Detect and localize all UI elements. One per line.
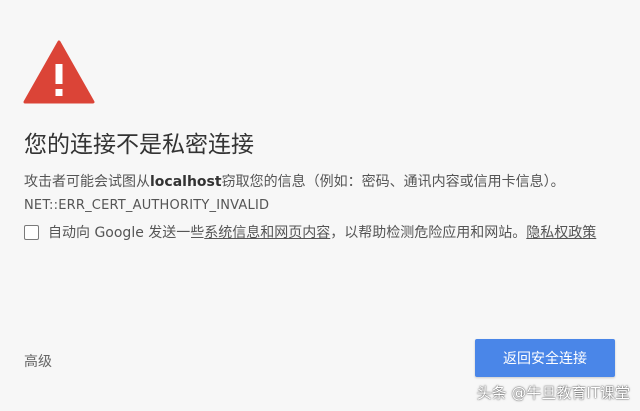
optin-text-before: 自动向 Google 发送一些	[48, 225, 205, 241]
system-info-link[interactable]: 系统信息和网页内容	[204, 222, 330, 242]
description-before: 攻击者可能会试图从	[24, 174, 150, 190]
description-after: 窃取您的信息（例如：密码、通讯内容或信用卡信息）。	[221, 174, 565, 190]
description: 攻击者可能会试图从localhost窃取您的信息（例如：密码、通讯内容或信用卡信…	[24, 171, 565, 191]
privacy-policy-link[interactable]: 隐私权政策	[526, 222, 596, 242]
page-title: 您的连接不是私密连接	[24, 132, 254, 158]
back-to-safety-button[interactable]: 返回安全连接	[475, 339, 615, 377]
warning-triangle-icon	[23, 40, 95, 104]
watermark: 头条 @牛旦教育IT课堂	[476, 384, 630, 402]
advanced-button[interactable]: 高级	[24, 351, 52, 371]
extended-reporting-optin: 自动向 Google 发送一些 系统信息和网页内容 ，以帮助检测危险应用和网站。 隐私…	[24, 222, 596, 242]
host-name: localhost	[150, 174, 222, 190]
error-code[interactable]: NET::ERR_CERT_AUTHORITY_INVALID	[24, 198, 269, 213]
optin-text-middle: ，以帮助检测危险应用和网站。	[330, 225, 527, 241]
reporting-checkbox[interactable]	[24, 224, 39, 240]
